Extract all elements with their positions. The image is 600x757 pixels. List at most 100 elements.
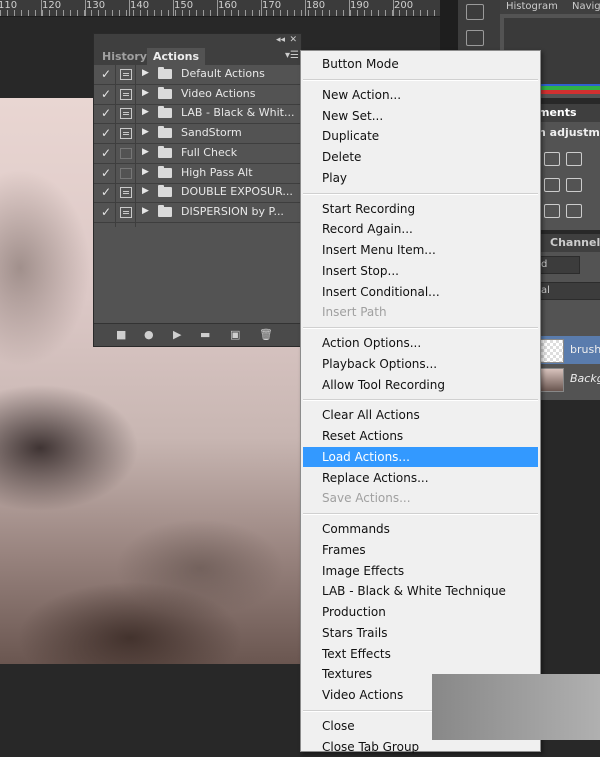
blend-mode-select[interactable]: d <box>538 256 580 274</box>
tab-histogram[interactable]: Histogram <box>506 0 558 14</box>
tab-channels[interactable]: Channels <box>550 234 600 252</box>
record-icon[interactable]: ● <box>144 328 154 341</box>
menu-item-label: Play <box>322 170 348 185</box>
new-action-icon[interactable]: ▣ <box>230 328 240 341</box>
stop-icon[interactable]: ■ <box>116 328 126 341</box>
action-set-row[interactable]: ✓ ▶ Full Check <box>94 144 301 164</box>
action-set-row[interactable]: ✓ ▶ DOUBLE EXPOSUR... <box>94 183 301 204</box>
menu-item-replace-actions[interactable]: Replace Actions... <box>301 468 540 488</box>
panel-menu-icon[interactable]: ▾☰ <box>285 50 299 61</box>
tab-navigator[interactable]: Navig <box>572 0 600 14</box>
menu-item-frames[interactable]: Frames <box>301 540 540 560</box>
action-set-row[interactable]: ✓ ▶ Video Actions <box>94 85 301 105</box>
new-set-icon[interactable]: ▬ <box>200 328 210 341</box>
toggle-check-icon[interactable]: ✓ <box>101 146 113 160</box>
close-icon[interactable]: ✕ <box>289 34 297 46</box>
dialog-toggle-icon[interactable] <box>120 167 132 179</box>
menu-item-new-set[interactable]: New Set... <box>301 106 540 126</box>
tab-adjustments[interactable]: ments <box>538 104 577 122</box>
toggle-check-icon[interactable]: ✓ <box>101 166 113 180</box>
menu-item-reset-actions[interactable]: Reset Actions <box>301 426 540 446</box>
dialog-toggle-icon[interactable] <box>120 69 132 80</box>
panel-icon-button[interactable] <box>466 30 484 46</box>
action-set-label: SandStorm <box>181 126 242 140</box>
menu-item-label: Image Effects <box>322 563 405 578</box>
expand-triangle-icon[interactable]: ▶ <box>142 88 149 98</box>
expand-triangle-icon[interactable]: ▶ <box>142 147 149 157</box>
action-set-row[interactable]: ✓ ▶ LAB - Black & Whit... <box>94 104 301 125</box>
brightness-icon[interactable] <box>544 152 560 166</box>
ruler-label: 140 <box>130 0 150 11</box>
expand-triangle-icon[interactable]: ▶ <box>142 68 149 78</box>
ruler-label: 130 <box>86 0 106 11</box>
dialog-toggle-icon[interactable] <box>120 147 132 159</box>
menu-item-stars-trails[interactable]: Stars Trails <box>301 623 540 643</box>
menu-item-new-action[interactable]: New Action... <box>301 85 540 105</box>
gradient-map-icon[interactable] <box>566 204 582 218</box>
filter-field[interactable]: al <box>538 282 600 300</box>
ruler-label: 160 <box>218 0 238 11</box>
panel-icon-button[interactable] <box>466 4 484 20</box>
dialog-toggle-icon[interactable] <box>120 128 132 140</box>
menu-item-start-recording[interactable]: Start Recording <box>301 199 540 219</box>
dialog-toggle-icon[interactable] <box>120 108 132 120</box>
trash-icon[interactable]: 🗑 <box>259 328 273 341</box>
menu-item-insert-conditional[interactable]: Insert Conditional... <box>301 282 540 302</box>
expand-triangle-icon[interactable]: ▶ <box>142 167 149 177</box>
menu-item-record-again[interactable]: Record Again... <box>301 219 540 239</box>
menu-item-text-effects[interactable]: Text Effects <box>301 644 540 664</box>
expand-triangle-icon[interactable]: ▶ <box>142 186 149 196</box>
tab-actions[interactable]: Actions <box>147 48 205 65</box>
tab-history[interactable]: History <box>96 48 153 65</box>
menu-item-label: Stars Trails <box>322 625 388 640</box>
play-icon[interactable]: ▶ <box>173 328 181 341</box>
menu-item-lab-black-white-technique[interactable]: LAB - Black & White Technique <box>301 581 540 601</box>
panel-titlebar[interactable]: ◂◂ ✕ <box>94 34 301 47</box>
layer-thumbnail <box>540 339 564 363</box>
menu-item-action-options[interactable]: Action Options... <box>301 333 540 353</box>
layer-row-brush[interactable]: brush <box>538 336 600 364</box>
menu-item-label: Reset Actions <box>322 429 404 443</box>
toggle-check-icon[interactable]: ✓ <box>101 87 113 101</box>
toggle-check-icon[interactable]: ✓ <box>101 126 113 140</box>
menu-item-playback-options[interactable]: Playback Options... <box>301 354 540 374</box>
menu-item-clear-all-actions[interactable]: Clear All Actions <box>301 405 540 425</box>
dialog-toggle-icon[interactable] <box>120 206 132 218</box>
ruler-label: 120 <box>42 0 62 11</box>
menu-item-play[interactable]: Play <box>301 168 540 188</box>
action-set-row[interactable]: ✓ ▶ DISPERSION by P... <box>94 203 301 223</box>
black-white-icon[interactable] <box>566 178 582 192</box>
menu-item-image-effects[interactable]: Image Effects <box>301 561 540 581</box>
action-set-label: Video Actions <box>181 86 256 100</box>
folder-icon <box>158 185 172 198</box>
toggle-check-icon[interactable]: ✓ <box>101 67 113 81</box>
expand-triangle-icon[interactable]: ▶ <box>142 107 149 117</box>
action-set-row[interactable]: ✓ ▶ SandStorm <box>94 124 301 145</box>
toggle-check-icon[interactable]: ✓ <box>101 185 113 199</box>
menu-item-delete[interactable]: Delete <box>301 147 540 167</box>
menu-item-allow-tool-recording[interactable]: Allow Tool Recording <box>301 375 540 395</box>
dialog-toggle-icon[interactable] <box>120 187 132 199</box>
dialog-toggle-icon[interactable] <box>120 88 132 100</box>
toggle-check-icon[interactable]: ✓ <box>101 205 113 219</box>
layer-name: brush <box>570 343 600 356</box>
menu-item-duplicate[interactable]: Duplicate <box>301 126 540 146</box>
invert-icon[interactable] <box>544 204 560 218</box>
expand-triangle-icon[interactable]: ▶ <box>142 127 149 137</box>
expand-triangle-icon[interactable]: ▶ <box>142 206 149 216</box>
menu-item-button-mode[interactable]: Button Mode <box>301 54 540 74</box>
action-set-row[interactable]: ✓ ▶ High Pass Alt <box>94 164 301 184</box>
layer-row-background[interactable]: Backg <box>538 365 600 393</box>
levels-icon[interactable] <box>566 152 582 166</box>
menu-item-insert-stop[interactable]: Insert Stop... <box>301 261 540 281</box>
toggle-check-icon[interactable]: ✓ <box>101 106 113 120</box>
menu-item-load-actions[interactable]: Load Actions... <box>303 446 538 467</box>
menu-item-insert-menu-item[interactable]: Insert Menu Item... <box>301 240 540 260</box>
menu-item-commands[interactable]: Commands <box>301 519 540 539</box>
collapse-icon[interactable]: ◂◂ <box>276 34 285 46</box>
menu-item-production[interactable]: Production <box>301 602 540 622</box>
action-set-row[interactable]: ✓ ▶ Default Actions <box>94 65 301 85</box>
action-set-label: LAB - Black & Whit... <box>181 106 295 120</box>
folder-icon <box>158 126 172 139</box>
color-balance-icon[interactable] <box>544 178 560 192</box>
